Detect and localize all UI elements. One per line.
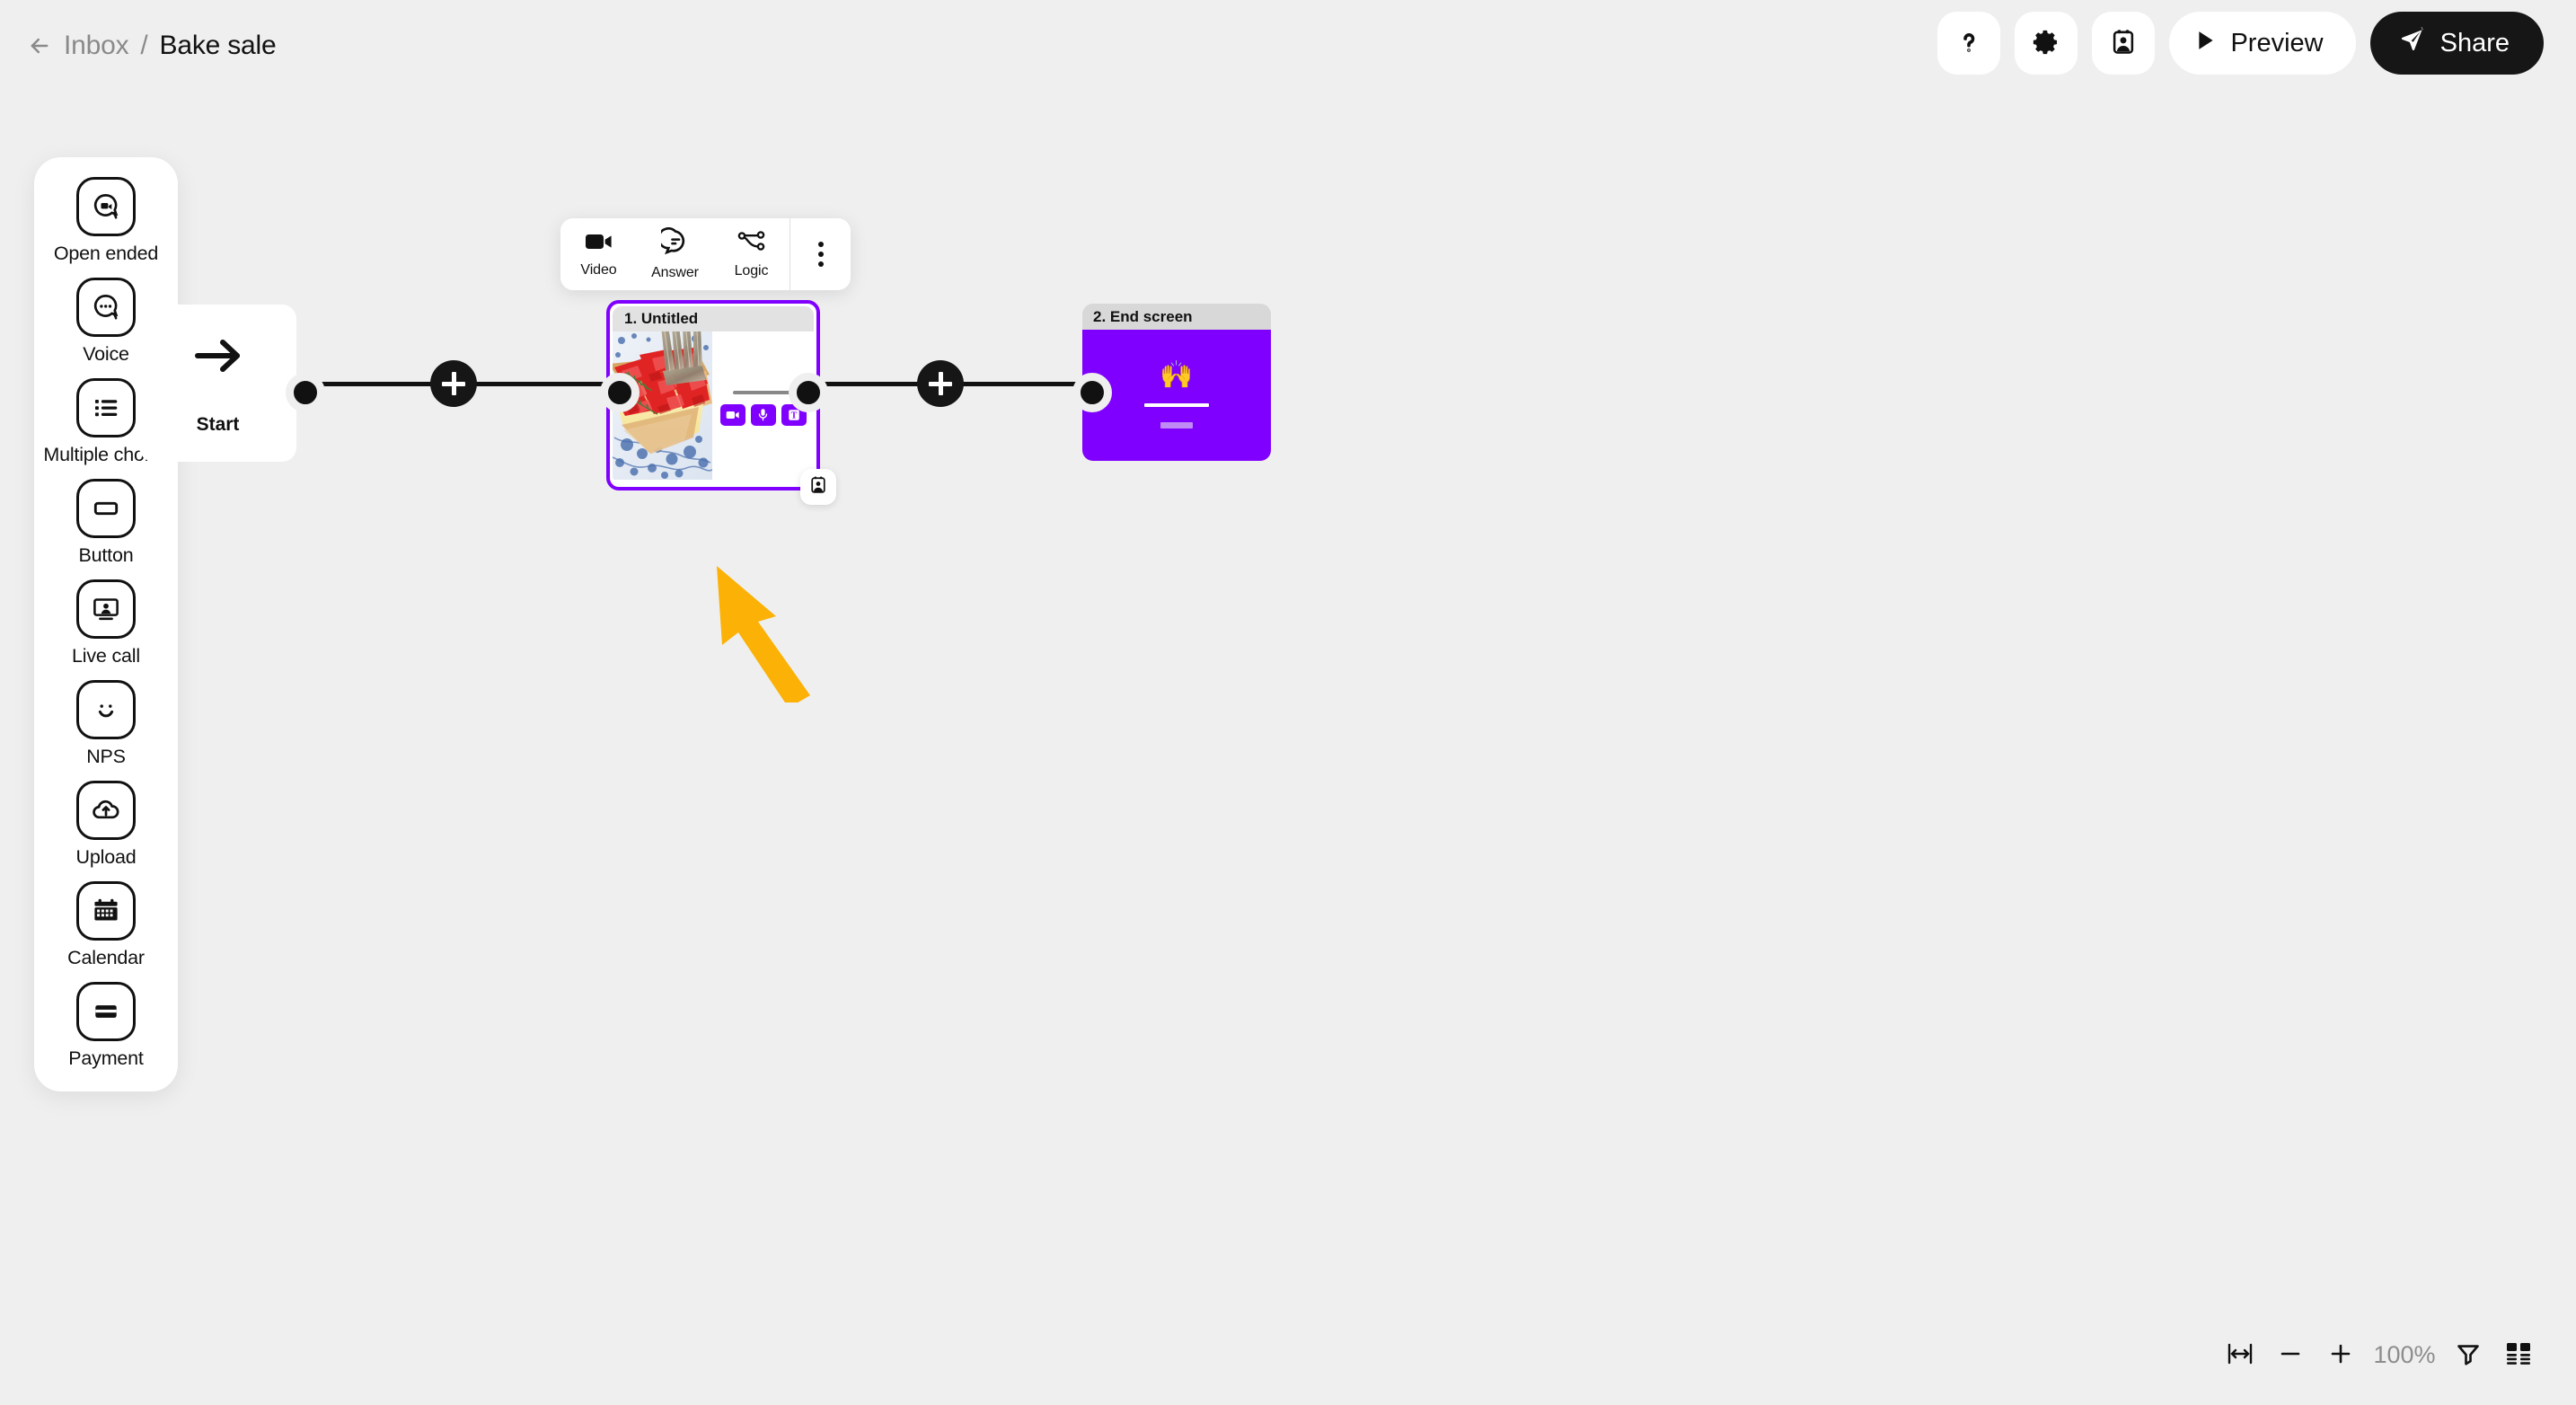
top-bar: Inbox / Bake sale Preview Share	[0, 0, 2576, 101]
raising-hands-emoji: 🙌	[1160, 360, 1194, 390]
settings-button[interactable]	[2015, 12, 2078, 75]
play-icon	[2196, 29, 2216, 58]
question-card-body: T	[613, 331, 814, 484]
zoom-in-button[interactable]	[2316, 1330, 2366, 1380]
badge-person-icon	[2109, 28, 2138, 59]
breadcrumb-separator: /	[140, 31, 148, 60]
badge-person-icon	[808, 475, 828, 499]
minus-icon	[2277, 1340, 2304, 1370]
plus-icon	[2327, 1340, 2354, 1370]
add-step-button[interactable]	[430, 360, 477, 407]
arrow-left-icon[interactable]	[27, 33, 52, 58]
connector-dot-q1-out[interactable]	[789, 373, 828, 412]
three-dots-vertical-icon	[817, 242, 824, 267]
gear-icon	[2032, 28, 2060, 59]
flow-canvas[interactable]: Start Video Answer Logic 1. Untitled T 2…	[0, 101, 2576, 1405]
question-mark-icon	[1954, 27, 1984, 60]
connector-dot-end-in[interactable]	[1072, 373, 1112, 412]
preview-button-label: Preview	[2230, 28, 2324, 57]
share-button-label: Share	[2439, 28, 2510, 57]
respondents-button[interactable]	[2092, 12, 2156, 75]
toolbar-item-logic[interactable]: Logic	[713, 218, 790, 290]
end-screen-subtext-placeholder	[1160, 422, 1193, 429]
question-card-respondent-badge[interactable]	[800, 469, 836, 505]
svg-text:T: T	[790, 411, 797, 420]
filter-button[interactable]	[2443, 1330, 2493, 1380]
zoom-controls: 100%	[2215, 1330, 2544, 1380]
preview-button[interactable]: Preview	[2169, 12, 2356, 75]
connector-dot-q1-in[interactable]	[600, 373, 640, 412]
share-button[interactable]: Share	[2369, 12, 2544, 75]
answer-video-button[interactable]	[719, 403, 745, 426]
funnel-filter-icon	[2455, 1340, 2482, 1370]
toolbar-item-answer[interactable]: Answer	[637, 218, 713, 290]
arrow-right-icon	[192, 336, 244, 380]
end-screen-headline-placeholder	[1144, 403, 1209, 407]
pointer-arrow-annotation	[710, 559, 817, 708]
end-screen-card-title: 2. End screen	[1082, 304, 1271, 330]
toolbar-item-label: Video	[580, 262, 617, 278]
help-button[interactable]	[1937, 12, 2001, 75]
block-toolbar: Video Answer Logic	[560, 218, 851, 290]
layout-grid-icon	[2505, 1341, 2532, 1369]
fit-to-width-icon	[2226, 1340, 2254, 1370]
logic-branch-icon	[737, 229, 767, 259]
question-card-title: 1. Untitled	[613, 306, 814, 331]
answer-audio-button[interactable]	[750, 403, 776, 426]
video-camera-icon	[584, 230, 614, 258]
page-title: Bake sale	[159, 31, 277, 60]
zoom-out-button[interactable]	[2265, 1330, 2316, 1380]
toolbar-more-button[interactable]	[790, 218, 851, 290]
question-card[interactable]: 1. Untitled T	[613, 306, 814, 484]
add-step-button[interactable]	[917, 360, 964, 407]
start-card[interactable]: Start	[139, 305, 296, 462]
placeholder-line	[732, 390, 794, 394]
connector-dot-start-out[interactable]	[286, 373, 325, 412]
app-root: Inbox / Bake sale Preview Share Open end…	[0, 0, 2576, 1405]
send-paper-plane-icon	[2399, 26, 2426, 60]
start-card-label: Start	[196, 414, 240, 435]
toolbar-item-video[interactable]: Video	[560, 218, 637, 290]
breadcrumb: Inbox / Bake sale	[27, 31, 277, 61]
zoom-level-label: 100%	[2373, 1340, 2436, 1368]
top-actions: Preview Share	[1937, 12, 2544, 75]
breadcrumb-inbox-link[interactable]: Inbox	[64, 31, 129, 61]
toolbar-item-label: Answer	[651, 265, 699, 280]
toolbar-item-label: Logic	[734, 263, 769, 278]
chat-answer-icon	[657, 227, 690, 261]
fit-to-screen-button[interactable]	[2215, 1330, 2265, 1380]
end-screen-card[interactable]: 2. End screen 🙌	[1082, 304, 1271, 461]
answer-type-buttons: T	[719, 403, 807, 426]
layout-toggle-button[interactable]	[2493, 1330, 2544, 1380]
